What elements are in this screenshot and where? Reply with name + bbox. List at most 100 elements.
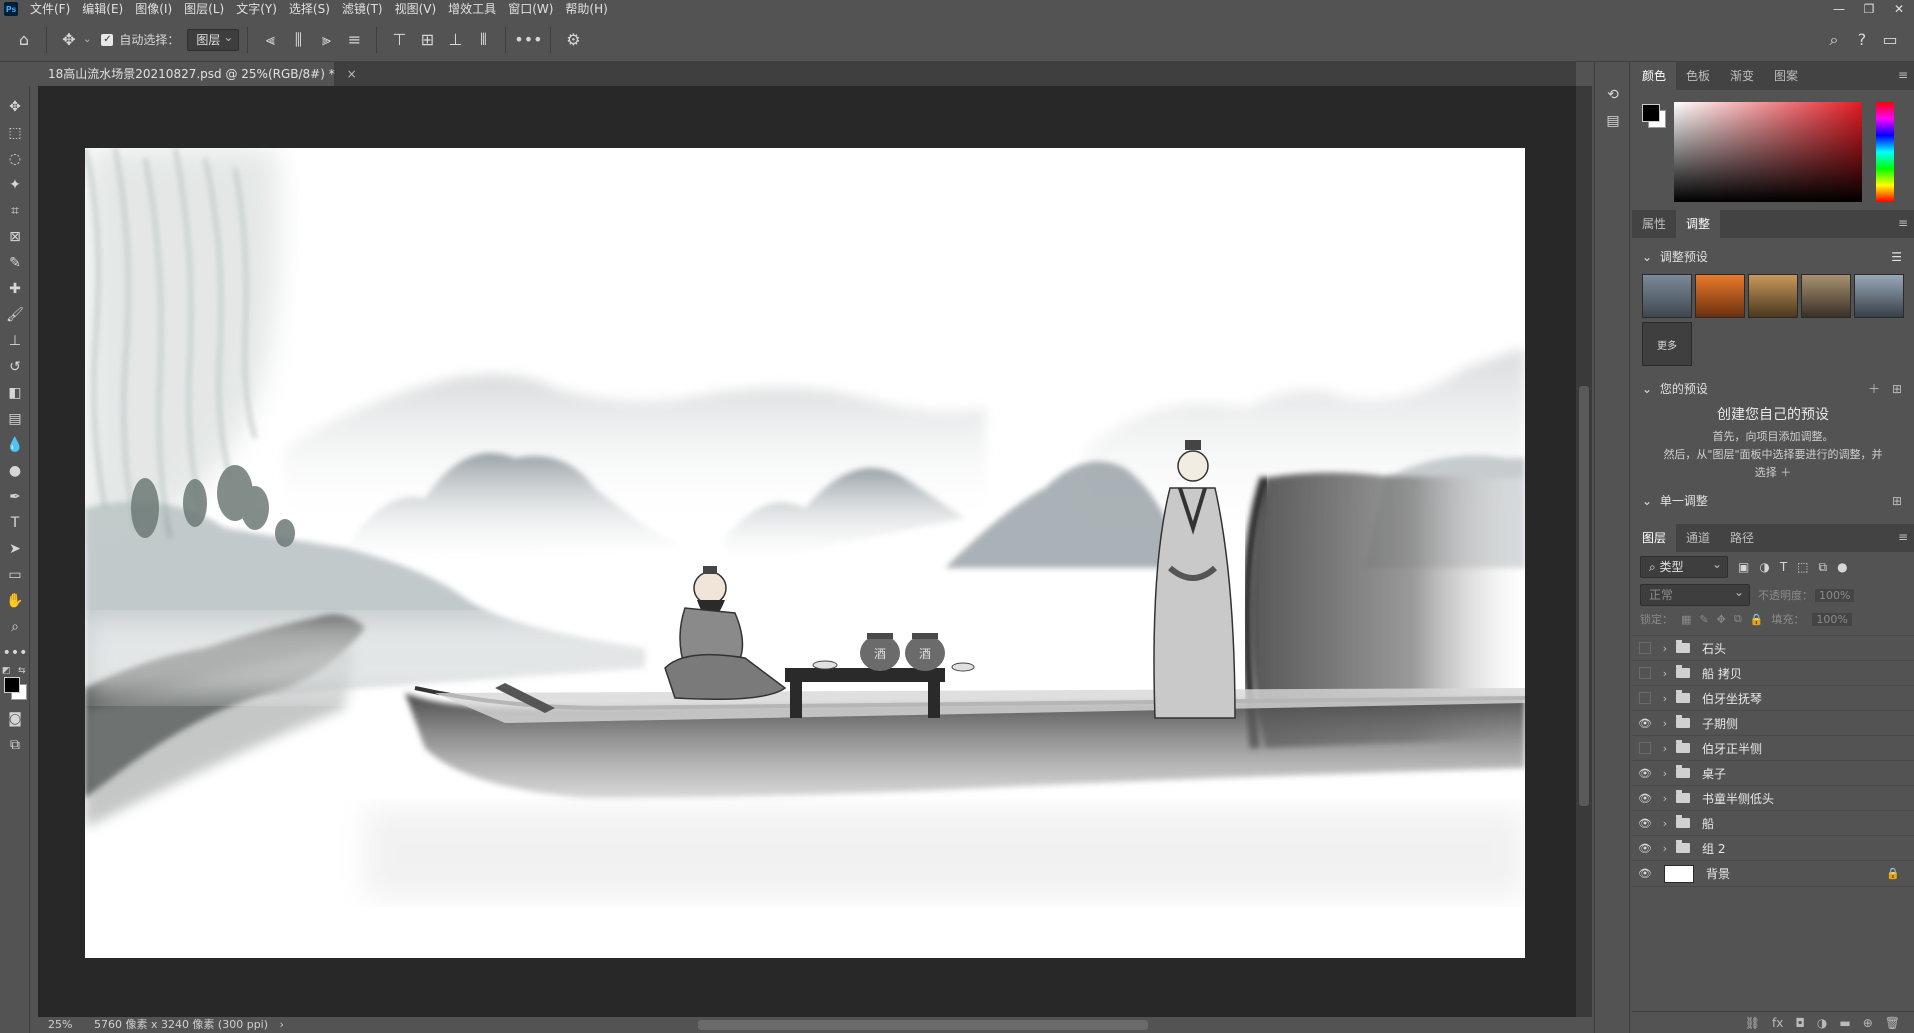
foreground-color-swatch[interactable] [1642, 104, 1660, 122]
chevron-right-icon[interactable]: › [1658, 742, 1672, 755]
eye-icon[interactable]: 👁 [1632, 817, 1658, 830]
panel-menu-icon[interactable]: ≡ [1898, 530, 1908, 544]
search-icon[interactable]: ⌕ [1820, 26, 1848, 54]
blur-tool-icon[interactable]: 💧 [0, 432, 30, 458]
home-icon[interactable]: ⌂ [10, 26, 38, 54]
align-middle-v-icon[interactable]: ⊞ [413, 26, 441, 54]
chevron-right-icon[interactable]: › [1658, 692, 1672, 705]
screen-mode-icon[interactable]: ⧉ [0, 732, 30, 758]
preset-thumbnail[interactable] [1801, 274, 1851, 318]
visibility-toggle[interactable] [1639, 667, 1651, 679]
layer-row[interactable]: › 船 拷贝 [1632, 661, 1914, 686]
default-colors-icon[interactable]: ◩ [2, 666, 11, 676]
menu-edit[interactable]: 编辑(E) [76, 0, 129, 18]
layer-row[interactable]: 👁 背景 🔒 [1632, 861, 1914, 887]
frame-tool-icon[interactable]: ⊠ [0, 224, 30, 250]
scrollbar-thumb[interactable] [1579, 386, 1589, 806]
history-icon[interactable]: ⟲ [1595, 82, 1631, 108]
menu-view[interactable]: 视图(V) [389, 0, 443, 18]
zoom-tool-icon[interactable]: ⌕ [0, 614, 30, 640]
chevron-right-icon[interactable]: › [1658, 842, 1672, 855]
clone-stamp-tool-icon[interactable]: ⊥ [0, 328, 30, 354]
tab-channels[interactable]: 通道 [1676, 524, 1720, 552]
dodge-tool-icon[interactable]: ● [0, 458, 30, 484]
saturation-brightness-field[interactable] [1674, 102, 1862, 202]
auto-select-checkbox[interactable]: ✓ [101, 33, 114, 46]
quick-mask-icon[interactable]: ◙ [0, 706, 30, 732]
canvas-area[interactable]: 酒 酒 [38, 86, 1592, 1017]
lock-artboard-icon[interactable]: ⧉ [1734, 612, 1742, 626]
align-bottom-icon[interactable]: ⊥ [441, 26, 469, 54]
eye-icon[interactable]: 👁 [1632, 767, 1658, 780]
help-icon[interactable]: ? [1848, 26, 1876, 54]
vertical-scrollbar[interactable] [1576, 86, 1592, 1017]
link-icon[interactable]: ⛓ [1745, 1016, 1760, 1030]
eye-icon[interactable]: 👁 [1632, 867, 1658, 880]
layer-row[interactable]: 👁 › 桌子 [1632, 761, 1914, 786]
close-tab-icon[interactable]: × [347, 67, 357, 81]
align-top-icon[interactable]: ⊤ [385, 26, 413, 54]
mask-icon[interactable]: ◘ [1795, 1016, 1805, 1030]
crop-tool-icon[interactable]: ⌗ [0, 198, 30, 224]
more-options-icon[interactable]: ••• [514, 26, 542, 54]
lasso-tool-icon[interactable]: ◌ [0, 146, 30, 172]
add-preset-icon[interactable]: ＋ [1868, 376, 1880, 402]
lock-all-icon[interactable]: 🔒 [1750, 613, 1764, 626]
eyedropper-tool-icon[interactable]: ✎ [0, 250, 30, 276]
minimize-icon[interactable]: — [1824, 2, 1854, 16]
tab-patterns[interactable]: 图案 [1764, 62, 1808, 90]
close-window-icon[interactable]: ✕ [1884, 2, 1914, 16]
artboard-canvas[interactable]: 酒 酒 [85, 148, 1525, 958]
healing-brush-tool-icon[interactable]: ✚ [0, 276, 30, 302]
preset-thumbnail[interactable] [1748, 274, 1798, 318]
filter-shape-icon[interactable]: ⬚ [1797, 560, 1808, 574]
menu-type[interactable]: 文字(Y) [230, 0, 283, 18]
zoom-level[interactable]: 25% [48, 1018, 72, 1031]
eye-icon[interactable]: 👁 [1632, 842, 1658, 855]
history-brush-tool-icon[interactable]: ↺ [0, 354, 30, 380]
lock-pixels-icon[interactable]: ✎ [1699, 613, 1708, 626]
more-presets-button[interactable]: 更多 [1642, 322, 1692, 366]
section-single-adjust[interactable]: ⌄ 单一调整 ⊞ [1632, 488, 1914, 514]
tab-layers[interactable]: 图层 [1632, 524, 1677, 552]
chevron-right-icon[interactable]: › [1658, 767, 1672, 780]
brush-tool-icon[interactable]: 🖌 [0, 302, 30, 328]
tab-paths[interactable]: 路径 [1720, 524, 1764, 552]
new-group-icon[interactable]: ▬ [1839, 1016, 1850, 1030]
status-arrow-icon[interactable]: › [280, 1018, 284, 1031]
align-right-icon[interactable]: ⫸ [312, 26, 340, 54]
filter-toggle-icon[interactable]: ● [1837, 560, 1847, 574]
preset-thumbnail[interactable] [1695, 274, 1745, 318]
chevron-right-icon[interactable]: › [1658, 817, 1672, 830]
filter-pixel-icon[interactable]: ▣ [1738, 560, 1749, 574]
move-tool-icon[interactable]: ✥ [55, 26, 83, 54]
menu-layer[interactable]: 图层(L) [178, 0, 230, 18]
foreground-color-swatch[interactable] [4, 677, 20, 693]
tab-adjustments[interactable]: 调整 [1676, 210, 1721, 238]
comments-icon[interactable]: ▤ [1595, 108, 1631, 134]
chevron-right-icon[interactable]: › [1658, 792, 1672, 805]
horizontal-scrollbar[interactable] [698, 1020, 1148, 1030]
menu-image[interactable]: 图像(I) [129, 0, 178, 18]
blend-mode-dropdown[interactable]: 正常 [1640, 582, 1750, 606]
gear-icon[interactable]: ⚙ [559, 26, 587, 54]
eraser-tool-icon[interactable]: ◧ [0, 380, 30, 406]
tab-gradients[interactable]: 渐变 [1720, 62, 1764, 90]
menu-filter[interactable]: 滤镜(T) [336, 0, 389, 18]
distribute-h-icon[interactable]: ≡ [340, 26, 368, 54]
tab-color[interactable]: 颜色 [1632, 62, 1677, 90]
eye-icon[interactable]: 👁 [1632, 792, 1658, 805]
new-layer-icon[interactable]: ⊕ [1863, 1016, 1873, 1030]
grid-view-icon[interactable]: ⊞ [1892, 488, 1902, 514]
grid-view-icon[interactable]: ⊞ [1892, 376, 1902, 402]
visibility-toggle[interactable] [1639, 692, 1651, 704]
distribute-v-icon[interactable]: ⦀ [469, 26, 497, 54]
rectangle-tool-icon[interactable]: ▭ [0, 562, 30, 588]
layer-filter-dropdown[interactable]: ⌕ 类型 [1640, 554, 1728, 578]
align-center-h-icon[interactable]: ⫼ [284, 26, 312, 54]
layer-row[interactable]: › 伯牙正半侧 [1632, 736, 1914, 761]
adjustment-icon[interactable]: ◑ [1817, 1016, 1827, 1030]
chevron-right-icon[interactable]: › [1658, 667, 1672, 680]
chevron-right-icon[interactable]: › [1658, 717, 1672, 730]
preset-thumbnail[interactable] [1642, 274, 1692, 318]
